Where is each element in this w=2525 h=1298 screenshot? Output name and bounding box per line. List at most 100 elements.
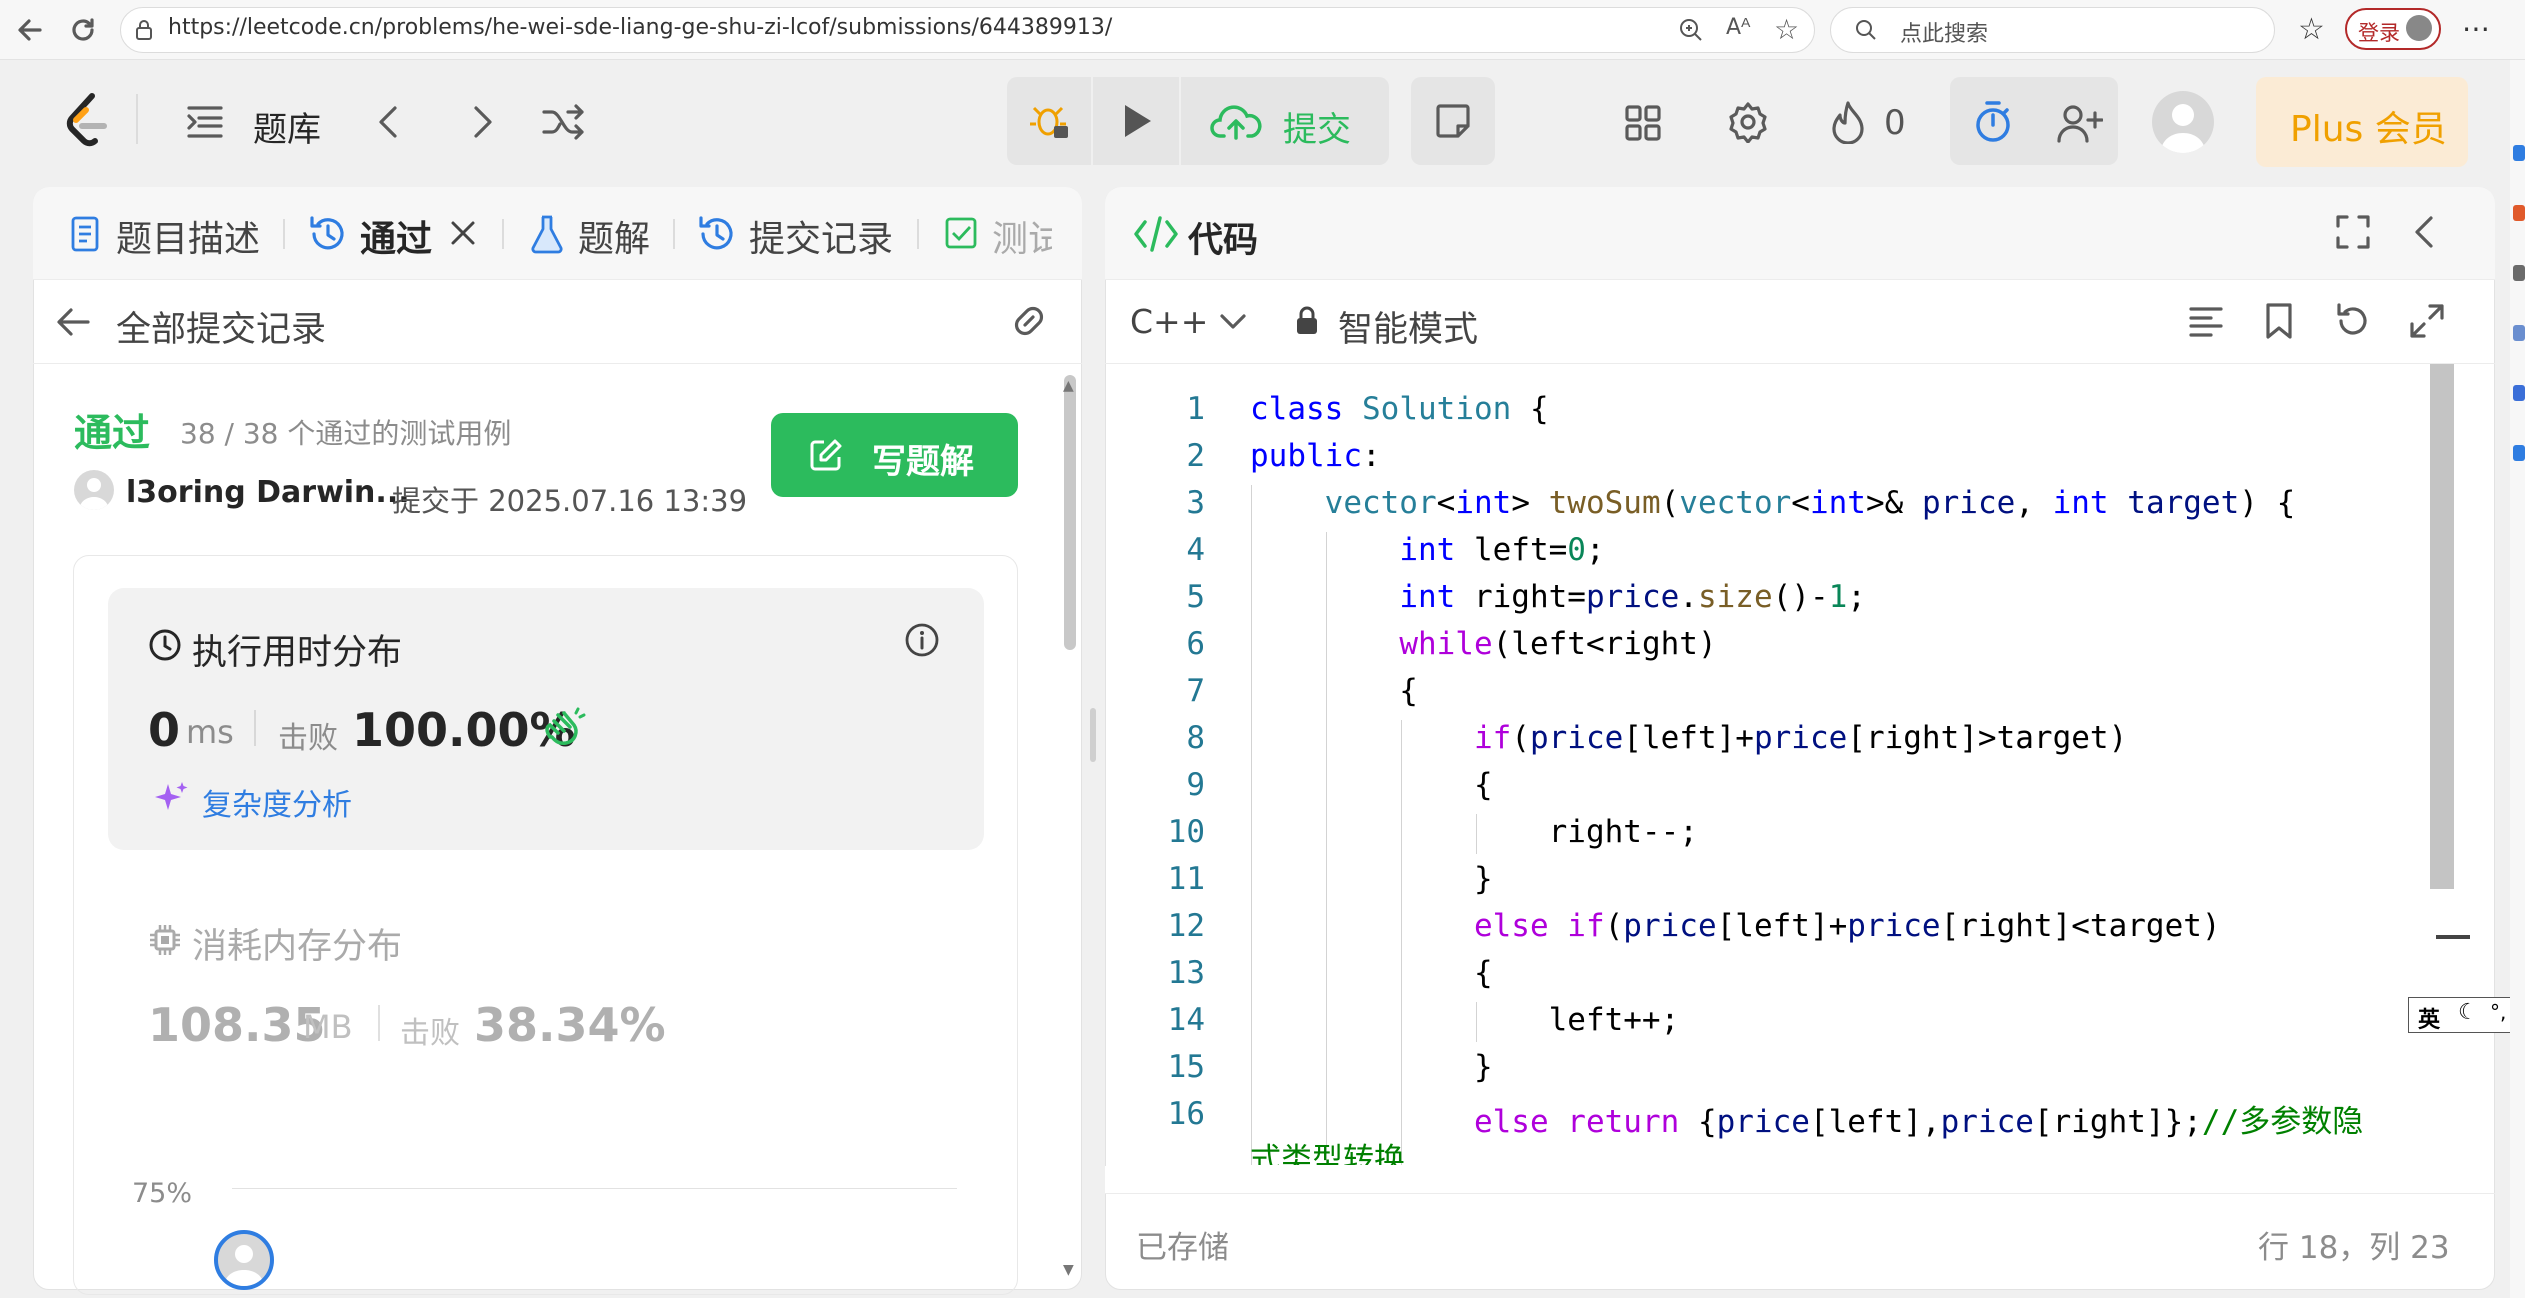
sidebar-tools-icon[interactable] [2513,265,2525,281]
run-icon [1121,103,1153,139]
all-submissions-link[interactable]: 全部提交记录 [116,301,326,352]
code-line[interactable]: class Solution { [1250,391,1549,427]
reload-icon[interactable] [68,15,98,45]
complexity-analysis-link[interactable]: 复杂度分析 [202,780,352,824]
scroll-up-icon[interactable]: ▲ [1063,378,1074,394]
layout-icon[interactable] [1624,104,1662,142]
edit-icon [808,437,844,473]
tab-solutions[interactable]: 题解 [578,210,650,262]
collapse-panel-icon[interactable] [2412,214,2438,250]
info-icon[interactable] [904,622,940,658]
problem-library-label[interactable]: 题库 [253,102,321,151]
bookmark-icon[interactable] [2264,302,2294,340]
code-line[interactable]: right--; [1250,814,1698,850]
editor-scrollbar-thumb[interactable] [2430,364,2454,889]
code-line[interactable]: int left=0; [1250,532,1604,568]
tab-divider [673,219,675,249]
streak-count: 0 [1884,103,1906,143]
panel-resize-handle[interactable] [1090,708,1096,762]
tab-description[interactable]: 题目描述 [116,210,260,262]
read-aloud-icon[interactable]: Aᴬ [1726,15,1751,40]
random-problem-icon[interactable] [542,104,586,140]
code-line[interactable]: else if(price[left]+price[right]<target) [1250,908,2221,944]
code-line[interactable]: if(price[left]+price[right]>target) [1250,720,2127,756]
note-icon [1434,102,1472,140]
line-number: 9 [1186,767,1205,803]
zoom-icon[interactable] [1678,17,1704,43]
favorites-bar-icon[interactable]: ☆ [2298,12,2325,47]
sidebar-shopping-icon[interactable] [2513,205,2525,221]
moon-icon: ☾ [2458,1000,2478,1025]
code-line[interactable]: public: [1250,438,1381,474]
browser-search-box[interactable] [1830,7,2275,53]
language-select[interactable]: C++ [1130,302,1208,341]
sparkle-icon [152,780,190,818]
format-icon[interactable] [2188,305,2224,339]
chip-icon [148,923,182,957]
code-line[interactable]: int right=price.size()-1; [1250,579,1866,615]
favorite-icon[interactable]: ☆ [1774,13,1799,46]
memory-title: 消耗内存分布 [192,927,403,967]
close-tab-icon[interactable] [448,218,478,248]
tab-testcase[interactable]: 测试 [992,210,1052,262]
site-info-icon[interactable] [134,19,154,41]
code-line[interactable]: else return {price[left],price[right]};/… [1250,1096,2363,1141]
line-number: 16 [1167,1096,1205,1132]
timer-icon[interactable] [1973,100,2013,144]
divider [33,363,1082,364]
sidebar-copilot-icon[interactable] [2513,145,2525,161]
cursor-position: 行 18，列 23 [2258,1230,2450,1266]
user-avatar[interactable] [2152,91,2214,153]
smart-mode-label[interactable]: 智能模式 [1338,301,1478,352]
problem-list-icon[interactable] [185,104,225,140]
line-number: 1 [1186,391,1205,427]
code-line[interactable]: left++; [1250,1002,1680,1038]
streak-flame-icon[interactable] [1830,100,1866,144]
line-number: 3 [1186,485,1205,521]
settings-icon[interactable] [1727,101,1769,143]
next-problem-icon[interactable] [466,104,496,140]
line-number: 5 [1186,579,1205,615]
reset-code-icon[interactable] [2333,302,2371,340]
code-line-wrapped: 式类型转换 [1250,1142,1405,1165]
code-line[interactable]: while(left<right) [1250,626,1716,662]
tab-submissions[interactable]: 提交记录 [749,210,893,262]
code-line[interactable]: } [1250,861,1493,897]
write-solution-label: 写题解 [872,442,974,482]
history-icon [308,214,348,254]
tab-divider [502,219,504,249]
code-line[interactable]: vector<int> twoSum(vector<int>& price, i… [1250,485,2296,521]
divider [254,710,256,746]
chevron-down-icon[interactable] [1218,312,1248,332]
flask-icon [530,214,564,254]
code-line[interactable]: } [1250,1049,1493,1085]
prev-problem-icon[interactable] [375,104,405,140]
expand-editor-icon[interactable] [2408,302,2446,340]
code-line[interactable]: { [1250,767,1493,803]
line-number: 12 [1167,908,1205,944]
debug-icon [1030,100,1070,142]
chart-user-marker[interactable] [214,1230,274,1290]
more-menu-icon[interactable]: ⋯ [2462,12,2490,45]
left-scrollbar-thumb[interactable] [1064,375,1076,650]
chart-gridline [232,1188,957,1189]
invite-user-icon[interactable] [2057,103,2103,143]
memory-beats-value: 38.34% [474,998,666,1052]
code-line[interactable]: { [1250,673,1418,709]
ime-language-label: 英 [2418,1008,2441,1033]
submissions-history-icon [697,214,737,254]
sidebar-games-icon[interactable] [2513,325,2525,341]
runtime-value: 0 [148,703,181,757]
tab-accepted[interactable]: 通过 [360,210,432,262]
back-icon[interactable] [16,16,44,44]
scroll-down-icon[interactable]: ▼ [1063,1262,1074,1278]
leetcode-logo[interactable] [62,90,114,150]
back-arrow-icon[interactable] [56,305,92,339]
sidebar-outlook-icon[interactable] [2513,445,2525,461]
share-link-icon[interactable] [1007,303,1051,339]
submitter-name[interactable]: l3oring Darwin... [126,475,410,510]
code-line[interactable]: { [1250,955,1493,991]
profile-avatar-icon [2406,15,2432,41]
sidebar-office-icon[interactable] [2513,385,2525,401]
fullscreen-icon[interactable] [2335,214,2371,250]
